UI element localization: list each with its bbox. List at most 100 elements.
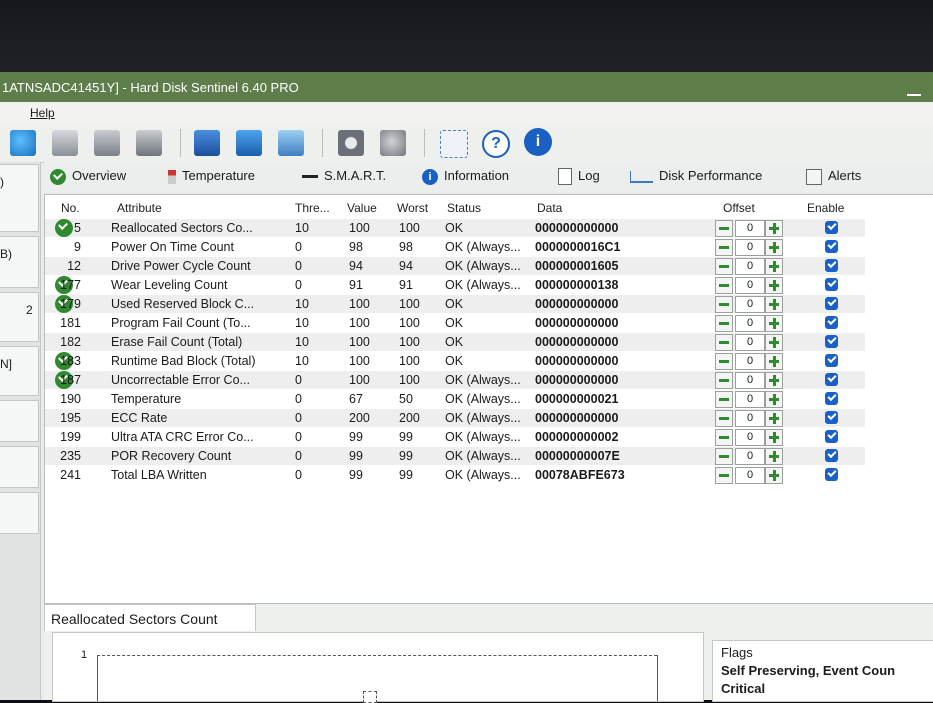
col-header-value[interactable]: Value (347, 201, 377, 215)
sound-icon[interactable] (380, 130, 406, 156)
offset-value[interactable]: 0 (735, 429, 765, 446)
disk-entry[interactable] (0, 492, 39, 534)
col-header-no[interactable]: No. (61, 201, 80, 215)
table-row[interactable]: 241 Total LBA Written 0 99 99 OK (Always... 00… (45, 466, 865, 484)
tab-disk-performance[interactable]: Disk Performance (630, 168, 762, 183)
offset-value[interactable]: 0 (735, 258, 765, 275)
enable-checkbox[interactable] (825, 373, 838, 386)
offset-decrease-button[interactable] (715, 334, 733, 351)
disk-entry[interactable] (0, 400, 39, 442)
table-row[interactable]: 187 Uncorrectable Error Co... 0 100 100 OK (A… (45, 371, 865, 389)
disk-entry[interactable]: ) (0, 164, 39, 232)
eject-icon[interactable] (52, 130, 78, 156)
offset-value[interactable]: 0 (735, 239, 765, 256)
offset-decrease-button[interactable] (715, 220, 733, 237)
offset-decrease-button[interactable] (715, 315, 733, 332)
enable-checkbox[interactable] (825, 468, 838, 481)
offset-increase-button[interactable] (765, 467, 783, 484)
offset-decrease-button[interactable] (715, 239, 733, 256)
offset-decrease-button[interactable] (715, 277, 733, 294)
enable-checkbox[interactable] (825, 449, 838, 462)
tab-temperature[interactable]: Temperature (168, 168, 255, 184)
offset-increase-button[interactable] (765, 220, 783, 237)
offset-decrease-button[interactable] (715, 448, 733, 465)
col-header-status[interactable]: Status (447, 201, 481, 215)
offset-decrease-button[interactable] (715, 391, 733, 408)
enable-checkbox[interactable] (825, 240, 838, 253)
menu-help[interactable]: Help (30, 106, 55, 120)
tab-information[interactable]: i Information (422, 168, 509, 185)
disk-entry[interactable] (0, 446, 39, 488)
offset-decrease-button[interactable] (715, 372, 733, 389)
enable-checkbox[interactable] (825, 278, 838, 291)
offset-decrease-button[interactable] (715, 467, 733, 484)
offset-decrease-button[interactable] (715, 429, 733, 446)
table-row[interactable]: 177 Wear Leveling Count 0 91 91 OK (Always...… (45, 276, 865, 294)
offset-decrease-button[interactable] (715, 296, 733, 313)
col-header-data[interactable]: Data (537, 201, 562, 215)
table-row[interactable]: 190 Temperature 0 67 50 OK (Always... 00000000… (45, 390, 865, 408)
settings-gear-icon[interactable] (338, 130, 364, 156)
enable-checkbox[interactable] (825, 411, 838, 424)
tab-attribute-detail[interactable]: Reallocated Sectors Count (44, 604, 256, 631)
enable-checkbox[interactable] (825, 316, 838, 329)
network-icon[interactable] (278, 130, 304, 156)
offset-value[interactable]: 0 (735, 296, 765, 313)
drive-icon[interactable] (136, 130, 162, 156)
col-header-attribute[interactable]: Attribute (117, 201, 162, 215)
email-icon[interactable] (236, 130, 262, 156)
offset-decrease-button[interactable] (715, 410, 733, 427)
refresh-disk-icon[interactable] (10, 130, 36, 156)
table-row[interactable]: 183 Runtime Bad Block (Total) 10 100 100 OK 00… (45, 352, 865, 370)
offset-value[interactable]: 0 (735, 448, 765, 465)
table-row[interactable]: 179 Used Reserved Block C... 10 100 100 OK 000… (45, 295, 865, 313)
offset-value[interactable]: 0 (735, 277, 765, 294)
enable-checkbox[interactable] (825, 259, 838, 272)
table-row[interactable]: 195 ECC Rate 0 200 200 OK (Always... 000000000… (45, 409, 865, 427)
offset-increase-button[interactable] (765, 239, 783, 256)
offset-decrease-button[interactable] (715, 353, 733, 370)
offset-value[interactable]: 0 (735, 353, 765, 370)
offset-increase-button[interactable] (765, 315, 783, 332)
offset-decrease-button[interactable] (715, 258, 733, 275)
tab-log[interactable]: Log (558, 168, 600, 186)
offset-increase-button[interactable] (765, 353, 783, 370)
tab-smart[interactable]: S.M.A.R.T. (302, 168, 386, 183)
disk-tools-icon[interactable] (94, 130, 120, 156)
col-header-enable[interactable]: Enable (807, 201, 844, 215)
offset-value[interactable]: 0 (735, 334, 765, 351)
disk-entry[interactable]: 2 (0, 292, 39, 342)
offset-value[interactable]: 0 (735, 410, 765, 427)
about-info-icon[interactable]: i (524, 128, 552, 156)
offset-increase-button[interactable] (765, 334, 783, 351)
offset-value[interactable]: 0 (735, 467, 765, 484)
help-question-icon[interactable]: ? (482, 130, 510, 158)
col-header-offset[interactable]: Offset (723, 201, 755, 215)
offset-value[interactable]: 0 (735, 315, 765, 332)
report-icon[interactable] (194, 130, 220, 156)
offset-increase-button[interactable] (765, 296, 783, 313)
enable-checkbox[interactable] (825, 430, 838, 443)
table-row[interactable]: 182 Erase Fail Count (Total) 10 100 100 OK 000… (45, 333, 865, 351)
offset-increase-button[interactable] (765, 429, 783, 446)
table-row[interactable]: 5 Reallocated Sectors Co... 10 100 100 OK 0000… (45, 219, 865, 237)
table-row[interactable]: 235 POR Recovery Count 0 99 99 OK (Always... 0… (45, 447, 865, 465)
disk-entry[interactable]: B) (0, 236, 39, 288)
col-header-threshold[interactable]: Thre... (295, 201, 330, 215)
screenshot-icon[interactable] (440, 130, 468, 158)
enable-checkbox[interactable] (825, 221, 838, 234)
offset-increase-button[interactable] (765, 258, 783, 275)
table-row[interactable]: 199 Ultra ATA CRC Error Co... 0 99 99 OK (Alw… (45, 428, 865, 446)
offset-increase-button[interactable] (765, 391, 783, 408)
offset-increase-button[interactable] (765, 448, 783, 465)
offset-value[interactable]: 0 (735, 220, 765, 237)
table-row[interactable]: 181 Program Fail Count (To... 10 100 100 OK 00… (45, 314, 865, 332)
offset-increase-button[interactable] (765, 277, 783, 294)
tab-overview[interactable]: Overview (50, 168, 126, 185)
enable-checkbox[interactable] (825, 392, 838, 405)
enable-checkbox[interactable] (825, 335, 838, 348)
offset-value[interactable]: 0 (735, 372, 765, 389)
enable-checkbox[interactable] (825, 354, 838, 367)
offset-increase-button[interactable] (765, 410, 783, 427)
offset-value[interactable]: 0 (735, 391, 765, 408)
